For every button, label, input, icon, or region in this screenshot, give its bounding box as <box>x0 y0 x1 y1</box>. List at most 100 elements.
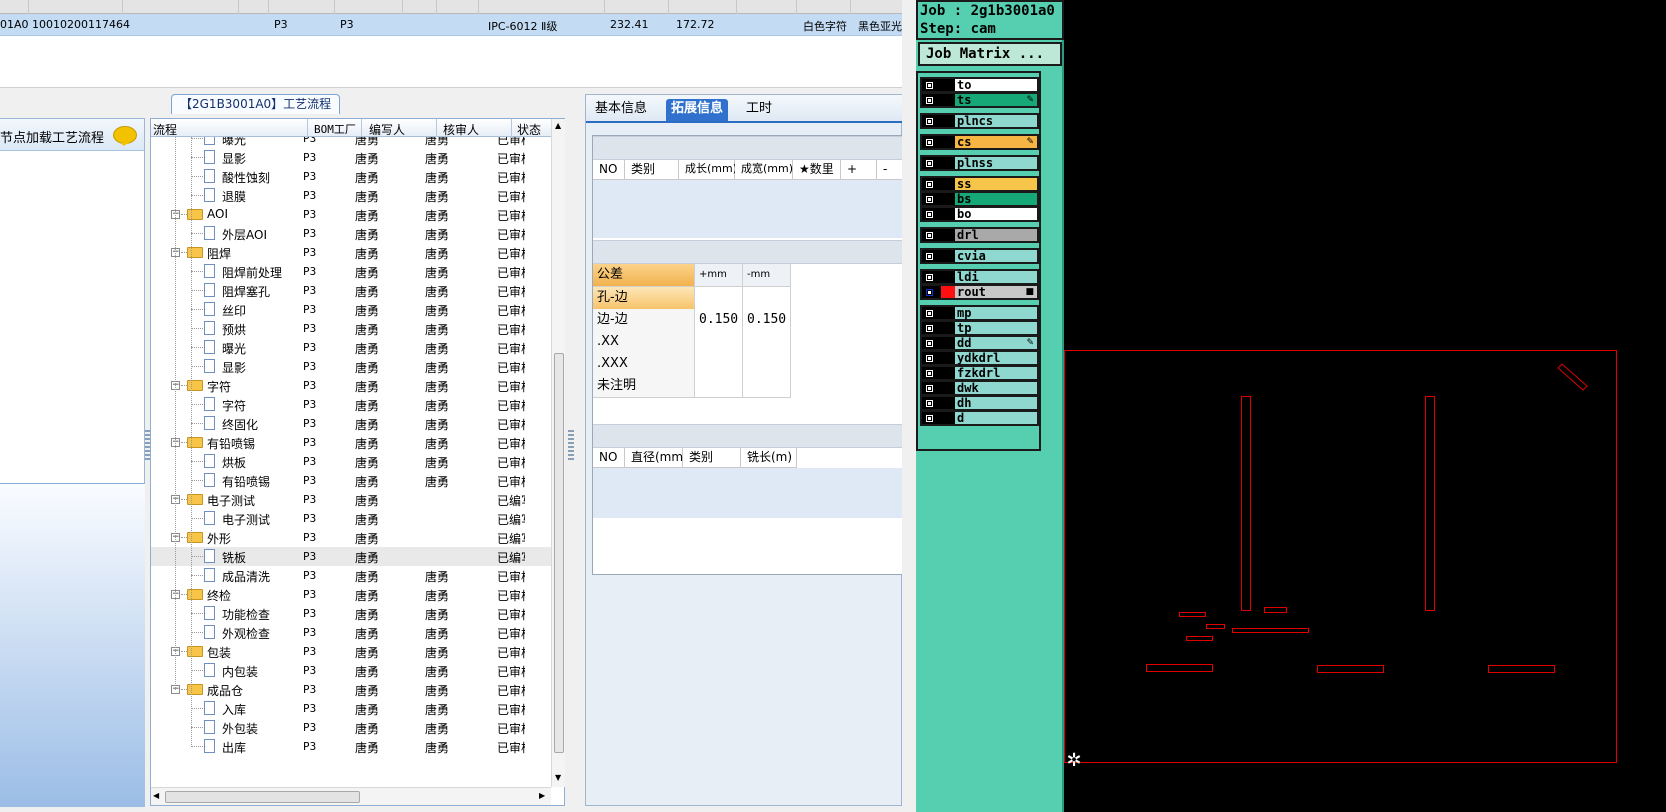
col-writer[interactable]: 编写人 <box>369 121 405 138</box>
layer-row-dwk[interactable]: dwk <box>920 380 1039 396</box>
size-grid-column-header[interactable]: - <box>877 160 902 180</box>
horizontal-scrollbar[interactable]: ◀ ▶ <box>151 787 551 805</box>
tree-item-row[interactable]: 入库 P3 唐勇 唐勇 已审核 <box>151 699 551 718</box>
layer-row-ss[interactable]: ss <box>920 176 1039 192</box>
drill-grid-column-header[interactable]: 类别 <box>683 448 741 468</box>
col-reviewer[interactable]: 核审人 <box>443 121 479 138</box>
tree-folder-row[interactable]: −有铅喷锡P3唐勇唐勇已审核 <box>151 433 551 452</box>
tolerance-value-cell[interactable] <box>695 331 743 354</box>
size-grid-column-header[interactable]: NO <box>593 160 625 180</box>
layer-row-ts[interactable]: ts ✎ <box>920 92 1039 108</box>
tree-folder-row[interactable]: −外形P3唐勇已编写 <box>151 528 551 547</box>
layer-row-plncs[interactable]: plncs <box>920 113 1039 129</box>
layer-row-dd[interactable]: dd ✎ <box>920 335 1039 351</box>
tolerance-value-cell[interactable] <box>695 353 743 376</box>
tab-work-hours[interactable]: 工时 <box>741 99 777 121</box>
splitter-grip-2[interactable] <box>568 430 574 460</box>
vertical-scrollbar[interactable]: ▲ ▼ <box>551 119 565 787</box>
tree-item-row[interactable]: 铣板 P3 唐勇 已编写 <box>151 547 551 566</box>
drill-grid-column-header[interactable]: 直径(mm) <box>625 448 688 468</box>
layer-checkbox-inner-icon <box>927 341 932 346</box>
document-icon <box>204 150 215 164</box>
tree-folder-row[interactable]: −字符P3唐勇唐勇已审核 <box>151 376 551 395</box>
tree-item-row[interactable]: 显影 P3 唐勇 唐勇 已审核 <box>151 357 551 376</box>
layer-row-cs[interactable]: cs ✎ <box>920 134 1039 150</box>
col-bom[interactable]: BOM工厂 <box>314 121 356 137</box>
tree-item-row[interactable]: 终固化 P3 唐勇 唐勇 已审核 <box>151 414 551 433</box>
tree-item-row[interactable]: 丝印 P3 唐勇 唐勇 已审核 <box>151 300 551 319</box>
layer-row-drl[interactable]: drl <box>920 227 1039 243</box>
tree-item-row[interactable]: 成品清洗 P3 唐勇 唐勇 已审核 <box>151 566 551 585</box>
tree-item-row[interactable]: 酸性蚀刻 P3 唐勇 唐勇 已审核 <box>151 167 551 186</box>
tree-item-row[interactable]: 阻焊塞孔 P3 唐勇 唐勇 已审核 <box>151 281 551 300</box>
tree-folder-row[interactable]: −电子测试P3唐勇已编写 <box>151 490 551 509</box>
tree-item-row[interactable]: 预烘 P3 唐勇 唐勇 已审核 <box>151 319 551 338</box>
size-grid-column-header[interactable]: 类别 <box>625 160 679 180</box>
vertical-scroll-thumb[interactable] <box>554 353 564 753</box>
tree-item-row[interactable]: 退膜 P3 唐勇 唐勇 已审核 <box>151 186 551 205</box>
scroll-left-arrow-icon[interactable]: ◀ <box>153 791 159 800</box>
tree-item-row[interactable]: 字符 P3 唐勇 唐勇 已审核 <box>151 395 551 414</box>
tree-item-row[interactable]: 功能检查 P3 唐勇 唐勇 已审核 <box>151 604 551 623</box>
tree-item-row[interactable]: 外包装 P3 唐勇 唐勇 已审核 <box>151 718 551 737</box>
tree-item-row[interactable]: 烘板 P3 唐勇 唐勇 已审核 <box>151 452 551 471</box>
scroll-down-arrow-icon[interactable]: ▼ <box>555 773 561 782</box>
layer-row-to[interactable]: to <box>920 77 1039 93</box>
tree-item-row[interactable]: 显影 P3 唐勇 唐勇 已审核 <box>151 148 551 167</box>
layer-row-ydkdrl[interactable]: ydkdrl <box>920 350 1039 366</box>
layer-row-rout[interactable]: rout ■ <box>920 284 1039 300</box>
tolerance-value-cell[interactable]: 0.150 <box>743 309 791 332</box>
tab-extended-info[interactable]: 拓展信息 <box>666 99 729 121</box>
tree-item-row[interactable]: 外层AOI P3 唐勇 唐勇 已审核 <box>151 224 551 243</box>
size-grid-column-header[interactable]: ★数里 <box>793 160 841 180</box>
tree-item-row[interactable]: 曝光 P3 唐勇 唐勇 已审核 <box>151 338 551 357</box>
tolerance-value-cell[interactable]: 0.150 <box>695 309 743 332</box>
layer-row-plnss[interactable]: plnss <box>920 155 1039 171</box>
tree-folder-row[interactable]: −AOIP3唐勇唐勇已审核 <box>151 205 551 224</box>
tree-folder-row[interactable]: −阻焊P3唐勇唐勇已审核 <box>151 243 551 262</box>
layer-row-tp[interactable]: tp <box>920 320 1039 336</box>
layer-row-fzkdrl[interactable]: fzkdrl <box>920 365 1039 381</box>
tree-item-row[interactable]: 内包装 P3 唐勇 唐勇 已审核 <box>151 661 551 680</box>
drill-grid-column-header[interactable]: NO <box>593 448 625 468</box>
cam-graphic-canvas[interactable]: ✲ <box>1064 0 1666 812</box>
col-status[interactable]: 状态 <box>517 121 541 138</box>
tree-folder-row[interactable]: −成品仓P3唐勇唐勇已审核 <box>151 680 551 699</box>
layer-row-bo[interactable]: bo <box>920 206 1039 222</box>
layer-row-d[interactable]: d <box>920 410 1039 426</box>
tree-item-row[interactable]: 电子测试 P3 唐勇 已编写 <box>151 509 551 528</box>
layer-row-cvia[interactable]: cvia <box>920 248 1039 264</box>
tree-item-row[interactable]: 阻焊前处理 P3 唐勇 唐勇 已审核 <box>151 262 551 281</box>
tree-folder-row[interactable]: −终检P3唐勇唐勇已审核 <box>151 585 551 604</box>
tolerance-value-cell[interactable] <box>743 287 791 310</box>
tree-item-row[interactable]: 外观检查 P3 唐勇 唐勇 已审核 <box>151 623 551 642</box>
layer-row-mp[interactable]: mp <box>920 305 1039 321</box>
col-flow[interactable]: 流程 <box>153 121 177 138</box>
scroll-up-arrow-icon[interactable]: ▲ <box>555 121 561 130</box>
flow-tree-body: 曝光P3唐勇唐勇已审核显影P3唐勇唐勇已审核酸性蚀刻P3唐勇唐勇已审核退膜P3唐… <box>151 137 551 787</box>
tree-folder-row[interactable]: −包装P3唐勇唐勇已审核 <box>151 642 551 661</box>
horizontal-scroll-thumb[interactable] <box>165 791 360 803</box>
chat-bubble-icon[interactable] <box>113 126 137 144</box>
tolerance-value-cell[interactable] <box>743 331 791 354</box>
tab-basic-info[interactable]: 基本信息 <box>590 99 652 121</box>
tolerance-column-header: -mm <box>743 264 791 287</box>
tree-item-row[interactable]: 有铅喷锡 P3 唐勇 唐勇 已审核 <box>151 471 551 490</box>
layer-row-bs[interactable]: bs <box>920 191 1039 207</box>
tolerance-value-cell[interactable] <box>743 375 791 398</box>
job-matrix-button[interactable]: Job Matrix ... <box>918 42 1062 66</box>
size-grid-column-header[interactable]: 成长(mm) <box>679 160 737 180</box>
layer-row-dh[interactable]: dh <box>920 395 1039 411</box>
tree-item-row[interactable]: 曝光 P3 唐勇 唐勇 已审核 <box>151 137 551 148</box>
main-table-row-selected[interactable]: 01A0 10010200117464 P3 P3 IPC-6012 Ⅱ级 23… <box>0 14 902 36</box>
layer-row-ldi[interactable]: ldi <box>920 269 1039 285</box>
tree-item-row[interactable]: 出库 P3 唐勇 唐勇 已审核 <box>151 737 551 756</box>
drill-grid-column-header[interactable]: 铣长(m) <box>741 448 797 468</box>
tolerance-value-cell[interactable] <box>695 287 743 310</box>
tolerance-value-cell[interactable] <box>743 353 791 376</box>
tolerance-value-cell[interactable] <box>695 375 743 398</box>
scroll-right-arrow-icon[interactable]: ▶ <box>539 791 545 800</box>
size-grid-column-header[interactable]: + <box>841 160 877 180</box>
size-grid-column-header[interactable]: 成宽(mm) <box>735 160 793 180</box>
bom-factory-cell: P3 <box>303 455 317 468</box>
